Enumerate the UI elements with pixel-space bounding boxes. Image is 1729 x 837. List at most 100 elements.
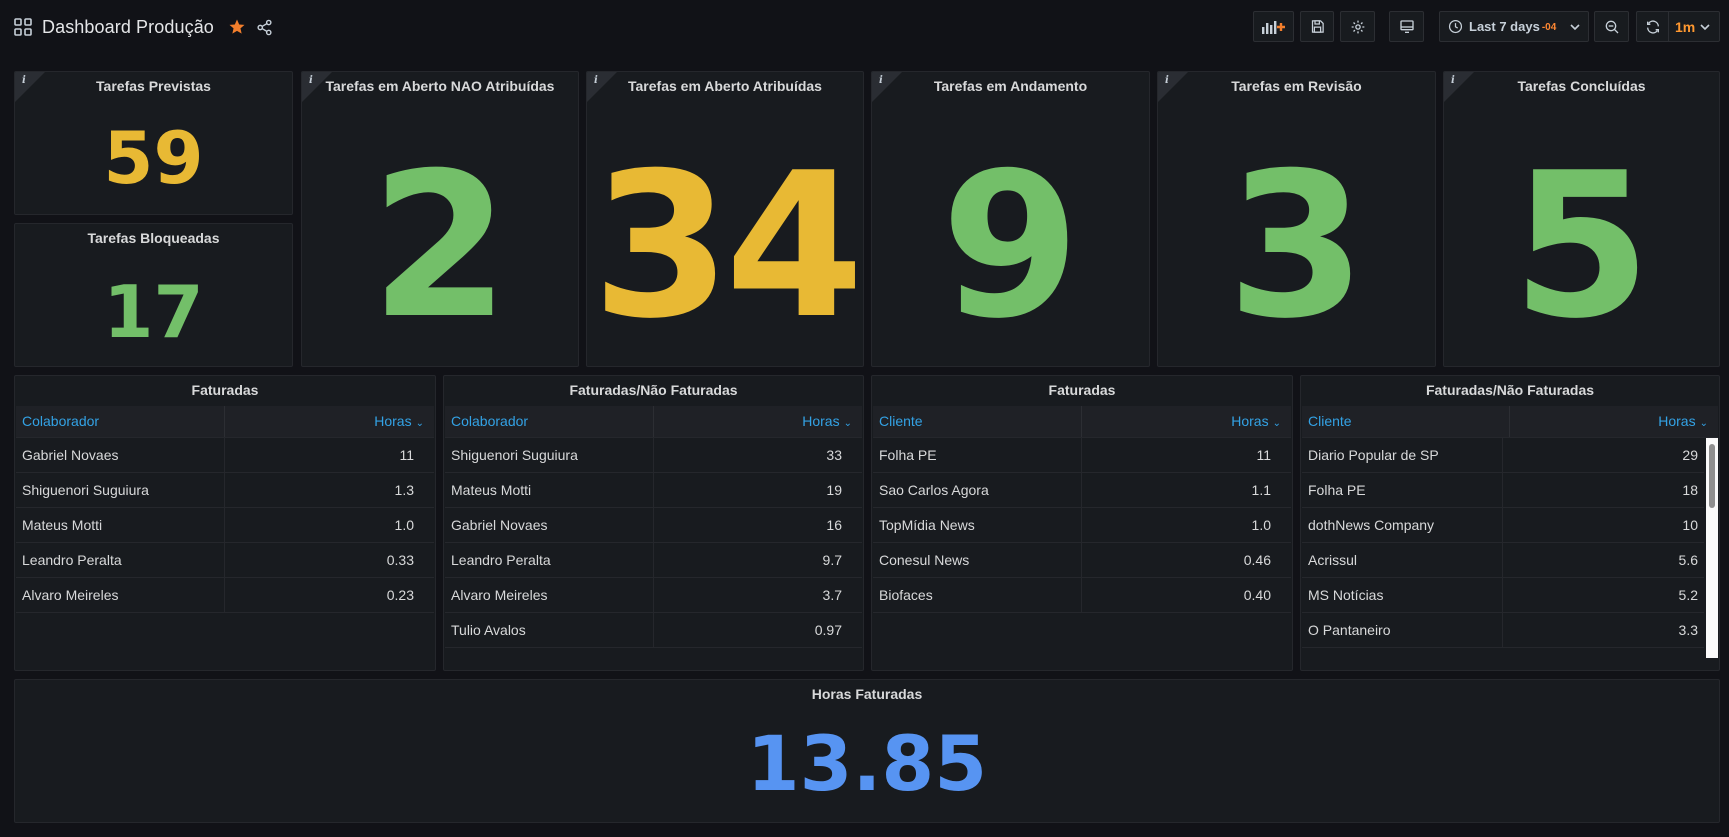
chevron-down-icon <box>1700 23 1710 30</box>
panel-title[interactable]: Faturadas/Não Faturadas <box>1301 382 1719 398</box>
column-header[interactable]: Cliente <box>873 406 1082 437</box>
cell-value: 1.1 <box>1251 482 1271 498</box>
cell-name: Gabriel Novaes <box>445 508 654 542</box>
cell-value: 9.7 <box>822 552 842 568</box>
stat-value: 59 <box>103 116 204 200</box>
table-header: Cliente Horas ⌄ <box>873 406 1291 438</box>
cell-value: 0.33 <box>386 552 414 568</box>
stat-panel-concluidas[interactable]: i Tarefas Concluídas 5 <box>1443 71 1720 367</box>
cell-value: 1.0 <box>394 517 414 533</box>
panel-title[interactable]: Tarefas em Aberto Atribuídas <box>587 78 863 94</box>
table-row: dothNews Company 10 <box>1302 508 1704 543</box>
cell-value: 5.2 <box>1678 587 1698 603</box>
cell-value: 5.6 <box>1678 552 1698 568</box>
table-row: Gabriel Novaes 16 <box>445 508 862 543</box>
column-header[interactable]: Colaborador <box>16 406 225 437</box>
column-header-sorted[interactable]: Horas ⌄ <box>1082 406 1291 437</box>
stat-value: 34 <box>591 130 863 363</box>
column-header-sorted[interactable]: Horas ⌄ <box>225 406 434 437</box>
dashboard-settings-button[interactable] <box>1340 11 1375 42</box>
table-scrollbar[interactable] <box>1706 438 1718 658</box>
stat-panel-horas-faturadas[interactable]: Horas Faturadas 13.85 <box>14 679 1720 823</box>
cell-value: 29 <box>1682 447 1698 463</box>
refresh-icon <box>1646 19 1659 34</box>
column-header[interactable]: Cliente <box>1302 406 1510 437</box>
top-navbar: Dashboard Produção Last 7 days -04 1m <box>0 0 1729 56</box>
table-row: Shiguenori Suguiura 1.3 <box>16 473 434 508</box>
save-dashboard-button[interactable] <box>1300 11 1334 42</box>
table-row: O Pantaneiro 3.3 <box>1302 613 1704 648</box>
table-panel-faturadas-nao-faturadas-colaborador: Faturadas/Não Faturadas Colaborador Hora… <box>443 375 864 671</box>
table-row: Shiguenori Suguiura 33 <box>445 438 862 473</box>
table-row: Mateus Motti 19 <box>445 473 862 508</box>
cell-name: Biofaces <box>873 578 1082 612</box>
refresh-interval-picker[interactable]: 1m <box>1669 19 1710 35</box>
table-row: Alvaro Meireles 0.23 <box>16 578 434 613</box>
time-range-label: Last 7 days <box>1469 19 1540 34</box>
dashboard-title[interactable]: Dashboard Produção <box>42 17 214 38</box>
cell-value: 0.23 <box>386 587 414 603</box>
cell-value: 10 <box>1682 517 1698 533</box>
column-header-label: Horas <box>1658 413 1696 429</box>
cell-value: 1.0 <box>1251 517 1271 533</box>
column-header-sorted[interactable]: Horas ⌄ <box>1510 406 1718 437</box>
panel-title[interactable]: Tarefas Bloqueadas <box>15 230 292 246</box>
panel-title[interactable]: Tarefas em Revisão <box>1158 78 1435 94</box>
panel-title[interactable]: Tarefas em Andamento <box>872 78 1149 94</box>
cell-value: 18 <box>1682 482 1698 498</box>
gear-icon <box>1351 20 1364 33</box>
table-panel-faturadas-colaborador: Faturadas Colaborador Horas ⌄ Gabriel Nov… <box>14 375 436 671</box>
clock-icon <box>1448 19 1463 34</box>
table-row: Tulio Avalos 0.97 <box>445 613 862 648</box>
cell-name: Alvaro Meireles <box>445 578 654 612</box>
panel-title[interactable]: Faturadas <box>872 382 1292 398</box>
cell-name: TopMídia News <box>873 508 1082 542</box>
share-icon[interactable] <box>256 19 273 36</box>
cell-name: MS Notícias <box>1302 578 1503 612</box>
table-row: TopMídia News 1.0 <box>873 508 1291 543</box>
table-row: Leandro Peralta 9.7 <box>445 543 862 578</box>
zoom-out-button[interactable] <box>1594 11 1629 42</box>
stat-panel-tarefas-bloqueadas[interactable]: Tarefas Bloqueadas 17 <box>14 223 293 367</box>
panel-title[interactable]: Faturadas/Não Faturadas <box>444 382 863 398</box>
sort-desc-icon: ⌄ <box>1699 418 1708 429</box>
cycle-view-mode-button[interactable] <box>1389 11 1424 42</box>
stat-panel-aberto-atribuidas[interactable]: i Tarefas em Aberto Atribuídas 34 <box>586 71 864 367</box>
table-row: Biofaces 0.40 <box>873 578 1291 613</box>
cell-name: Folha PE <box>1302 473 1503 507</box>
cell-value: 16 <box>826 517 842 533</box>
refresh-button[interactable] <box>1637 12 1669 41</box>
cell-name: Sao Carlos Agora <box>873 473 1082 507</box>
cell-name: Tulio Avalos <box>445 613 654 647</box>
table-row: Conesul News 0.46 <box>873 543 1291 578</box>
panel-title[interactable]: Faturadas <box>15 382 435 398</box>
panel-title[interactable]: Tarefas em Aberto NAO Atribuídas <box>302 78 578 94</box>
cell-name: Conesul News <box>873 543 1082 577</box>
monitor-icon <box>1399 19 1414 33</box>
panel-title[interactable]: Tarefas Previstas <box>15 78 292 94</box>
table-header: Colaborador Horas ⌄ <box>16 406 434 438</box>
column-header[interactable]: Colaborador <box>445 406 654 437</box>
stat-panel-tarefas-previstas[interactable]: i Tarefas Previstas 59 <box>14 71 293 215</box>
panel-title[interactable]: Tarefas Concluídas <box>1444 78 1719 94</box>
time-range-picker[interactable]: Last 7 days -04 <box>1439 11 1589 42</box>
stat-panel-aberto-nao-atribuidas[interactable]: i Tarefas em Aberto NAO Atribuídas 2 <box>301 71 579 367</box>
star-icon[interactable] <box>228 18 246 36</box>
cell-name: Shiguenori Suguiura <box>445 438 654 472</box>
table-row: MS Notícias 5.2 <box>1302 578 1704 613</box>
apps-grid-icon[interactable] <box>14 18 32 36</box>
save-icon <box>1311 20 1324 33</box>
scrollbar-thumb[interactable] <box>1709 444 1715 508</box>
table-row: Leandro Peralta 0.33 <box>16 543 434 578</box>
cell-name: Acrissul <box>1302 543 1503 577</box>
cell-value: 11 <box>399 447 414 463</box>
stat-panel-em-andamento[interactable]: i Tarefas em Andamento 9 <box>871 71 1150 367</box>
stat-panel-em-revisao[interactable]: i Tarefas em Revisão 3 <box>1157 71 1436 367</box>
chevron-down-icon <box>1570 24 1580 31</box>
add-panel-button[interactable] <box>1253 11 1294 42</box>
column-header-sorted[interactable]: Horas ⌄ <box>654 406 863 437</box>
panel-title[interactable]: Horas Faturadas <box>15 686 1719 702</box>
cell-name: Alvaro Meireles <box>16 578 225 612</box>
refresh-button-group: 1m <box>1636 11 1720 42</box>
cell-value: 0.40 <box>1243 587 1271 603</box>
